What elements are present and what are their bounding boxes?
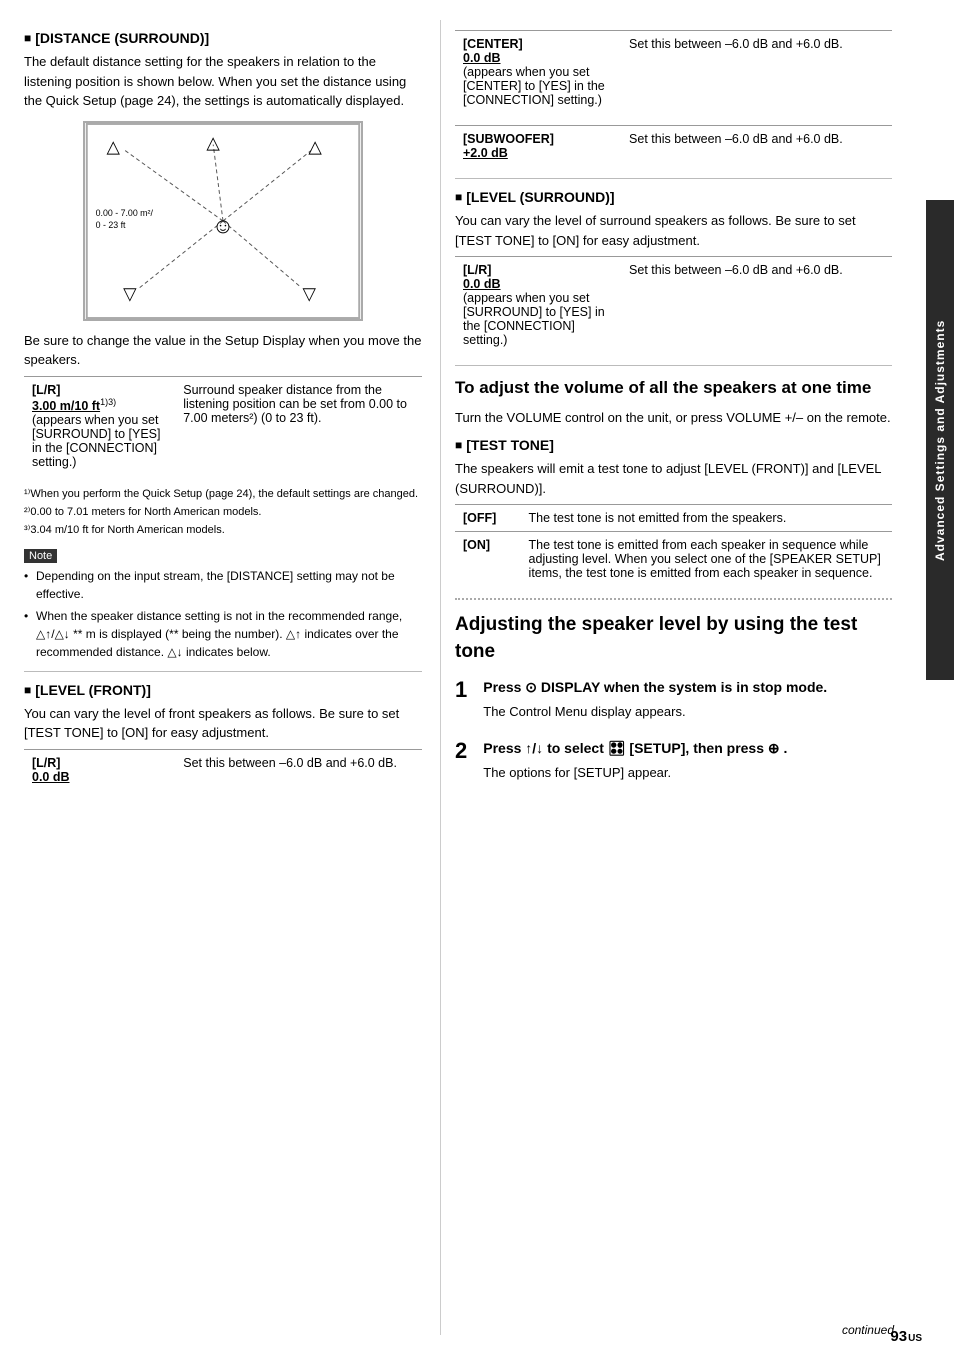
- level-front-title: [LEVEL (FRONT)]: [24, 682, 422, 698]
- spk-tl-icon: △: [106, 136, 120, 156]
- on-label: [ON]: [463, 538, 490, 552]
- center-col2: Set this between –6.0 dB and +6.0 dB.: [621, 31, 892, 114]
- level-surround-title: [LEVEL (SURROUND)]: [455, 189, 892, 205]
- lrs-extra: (appears when you set [SURROUND] to [YES…: [463, 291, 605, 347]
- page-num: 93: [890, 1328, 907, 1345]
- lrs-col1: [L/R] 0.0 dB (appears when you set [SURR…: [455, 257, 621, 354]
- step-2-title: Press ↑/↓ to select 🎛 [SETUP], then pres…: [483, 738, 787, 759]
- lrs-label: [L/R]: [463, 263, 491, 277]
- page: [DISTANCE (SURROUND)] The default distan…: [0, 0, 954, 1355]
- footnote-3: ³⁾3.04 m/10 ft for North American models…: [24, 523, 422, 538]
- dist-label: 0.00 - 7.00 m²/: [96, 208, 154, 218]
- lr-sup: 1)3): [100, 397, 116, 407]
- step-1-content: Press ⊙ DISPLAY when the system is in st…: [483, 677, 827, 728]
- level-surround-body: You can vary the level of surround speak…: [455, 211, 892, 250]
- table-row: [CENTER] 0.0 dB (appears when you set [C…: [455, 31, 892, 114]
- table-row: [L/R] 0.0 dB (appears when you set [SURR…: [455, 257, 892, 354]
- section-divider: [24, 671, 422, 672]
- right-column: [CENTER] 0.0 dB (appears when you set [C…: [440, 20, 910, 1335]
- on-col2: The test tone is emitted from each speak…: [521, 532, 892, 587]
- step-2-num: 2: [455, 738, 467, 764]
- lr-dist-col2: Surround speaker distance from the liste…: [175, 376, 422, 475]
- adjusting-heading: Adjusting the speaker level by using the…: [455, 612, 892, 665]
- spk-bl-icon: ▽: [123, 283, 137, 303]
- center-extra: (appears when you set [CENTER] to [YES] …: [463, 65, 605, 107]
- step-1-title: Press ⊙ DISPLAY when the system is in st…: [483, 677, 827, 698]
- center-table: [CENTER] 0.0 dB (appears when you set [C…: [455, 30, 892, 113]
- sub-value: +2.0 dB: [463, 146, 508, 160]
- distance-note-bottom: Be sure to change the value in the Setup…: [24, 331, 422, 370]
- table-row: [L/R] 0.0 dB Set this between –6.0 dB an…: [24, 749, 422, 790]
- lf-value: 0.0 dB: [32, 770, 70, 784]
- lr-distance-table: [L/R] 3.00 m/10 ft1)3) (appears when you…: [24, 376, 422, 475]
- off-label: [OFF]: [463, 511, 496, 525]
- lf-col2: Set this between –6.0 dB and +6.0 dB.: [175, 749, 422, 790]
- footnote-1: ¹⁾When you perform the Quick Setup (page…: [24, 487, 422, 502]
- test-tone-table: [OFF] The test tone is not emitted from …: [455, 504, 892, 586]
- sub-col1: [SUBWOOFER] +2.0 dB: [455, 126, 621, 167]
- lr-label: [L/R]: [32, 383, 60, 397]
- wavy-divider: [455, 598, 892, 600]
- on-col1: [ON]: [455, 532, 521, 587]
- adjust-volume-heading: To adjust the volume of all the speakers…: [455, 376, 892, 400]
- step-2: 2 Press ↑/↓ to select 🎛 [SETUP], then pr…: [455, 738, 892, 789]
- step-1: 1 Press ⊙ DISPLAY when the system is in …: [455, 677, 892, 728]
- step-1-body: The Control Menu display appears.: [483, 702, 827, 722]
- lr-value: 3.00 m/10 ft: [32, 399, 100, 413]
- spk-br-icon: ▽: [302, 283, 316, 303]
- level-front-body: You can vary the level of front speakers…: [24, 704, 422, 743]
- notes-list: Depending on the input stream, the [DIST…: [24, 567, 422, 661]
- step-2-content: Press ↑/↓ to select 🎛 [SETUP], then pres…: [483, 738, 787, 789]
- speaker-diagram: △ △ △ ▽ ▽ ☺ 0.00 - 7.00 m²/ 0 - 23 ft: [83, 121, 363, 321]
- section-divider-3: [455, 365, 892, 366]
- table-row: [SUBWOOFER] +2.0 dB Set this between –6.…: [455, 126, 892, 167]
- continued-label: continued: [842, 1323, 894, 1337]
- spk-tc-icon: △: [206, 132, 220, 152]
- adjust-volume-body: Turn the VOLUME control on the unit, or …: [455, 408, 892, 428]
- center-value: 0.0 dB: [463, 51, 501, 65]
- section-divider-2: [455, 178, 892, 179]
- subwoofer-table: [SUBWOOFER] +2.0 dB Set this between –6.…: [455, 125, 892, 166]
- note-item: Depending on the input stream, the [DIST…: [24, 567, 422, 603]
- test-tone-title: [TEST TONE]: [455, 437, 892, 453]
- spk-tr-icon: △: [308, 136, 322, 156]
- table-row: [OFF] The test tone is not emitted from …: [455, 505, 892, 532]
- center-label: [CENTER]: [463, 37, 523, 51]
- off-col1: [OFF]: [455, 505, 521, 532]
- test-tone-body: The speakers will emit a test tone to ad…: [455, 459, 892, 498]
- footnote-2: ²⁾0.00 to 7.01 meters for North American…: [24, 505, 422, 520]
- sub-col2: Set this between –6.0 dB and +6.0 dB.: [621, 126, 892, 167]
- dist-label2: 0 - 23 ft: [96, 219, 126, 229]
- lf-label: [L/R]: [32, 756, 60, 770]
- note-label: Note: [24, 549, 57, 563]
- center-col1: [CENTER] 0.0 dB (appears when you set [C…: [455, 31, 621, 114]
- level-front-table: [L/R] 0.0 dB Set this between –6.0 dB an…: [24, 749, 422, 790]
- distance-surround-body: The default distance setting for the spe…: [24, 52, 422, 111]
- lrs-value: 0.0 dB: [463, 277, 501, 291]
- off-col2: The test tone is not emitted from the sp…: [521, 505, 892, 532]
- lr-dist-col1: [L/R] 3.00 m/10 ft1)3) (appears when you…: [24, 376, 175, 475]
- page-us: US: [908, 1333, 922, 1344]
- lf-col1: [L/R] 0.0 dB: [24, 749, 175, 790]
- lr-surround-table: [L/R] 0.0 dB (appears when you set [SURR…: [455, 256, 892, 353]
- sub-label: [SUBWOOFER]: [463, 132, 554, 146]
- step-1-num: 1: [455, 677, 467, 703]
- table-row: [ON] The test tone is emitted from each …: [455, 532, 892, 587]
- lr-extra: (appears when you set [SURROUND] to [YES…: [32, 413, 161, 469]
- distance-surround-title: [DISTANCE (SURROUND)]: [24, 30, 422, 46]
- table-row: [L/R] 3.00 m/10 ft1)3) (appears when you…: [24, 376, 422, 475]
- lrs-col2: Set this between –6.0 dB and +6.0 dB.: [621, 257, 892, 354]
- page-number-area: 93US: [890, 1328, 922, 1345]
- note-item: When the speaker distance setting is not…: [24, 607, 422, 661]
- step-2-body: The options for [SETUP] appear.: [483, 763, 787, 783]
- listener-icon: ☺: [212, 212, 234, 237]
- left-column: [DISTANCE (SURROUND)] The default distan…: [0, 20, 440, 1335]
- sidebar-label: Advanced Settings and Adjustments: [926, 200, 954, 680]
